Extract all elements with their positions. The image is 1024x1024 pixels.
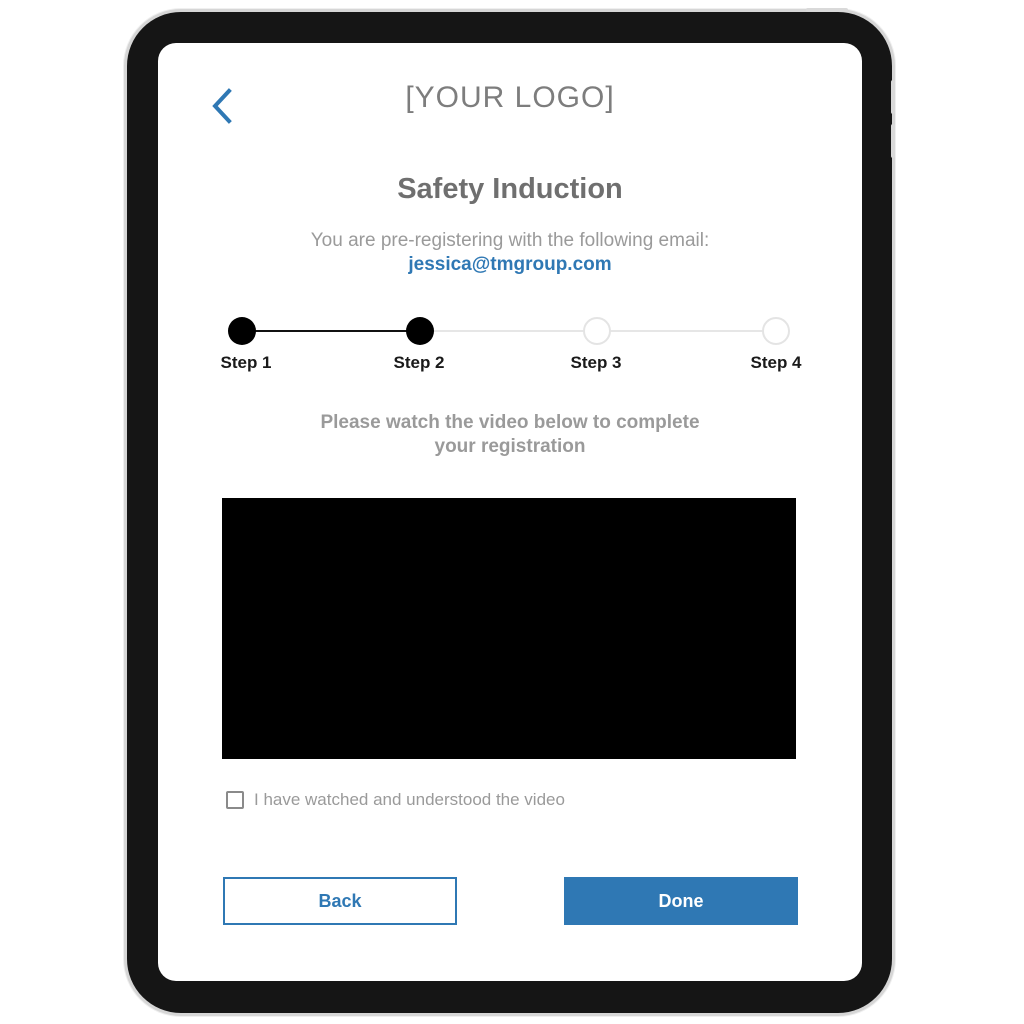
step-2-dot [406, 317, 434, 345]
step-2-label: Step 2 [393, 353, 445, 372]
step-3-dot [583, 317, 611, 345]
instructions-line-1: Please watch the video below to complete [320, 412, 700, 433]
progress-stepper: Step 1 Step 2 Step 3 Step 4 [158, 313, 862, 383]
induction-video-player[interactable] [222, 498, 796, 759]
watched-video-label: I have watched and understood the video [254, 790, 565, 809]
step-1-dot [228, 317, 256, 345]
page-title: Safety Induction [397, 173, 623, 205]
app-screen: [YOUR LOGO] Safety Induction You are pre… [158, 43, 862, 981]
watched-video-checkbox-row[interactable]: I have watched and understood the video [226, 789, 565, 811]
stepper-line-complete [242, 330, 420, 332]
power-button [806, 8, 848, 12]
registration-email: jessica@tmgroup.com [408, 254, 612, 275]
watched-video-checkbox[interactable] [226, 791, 244, 809]
step-3-label: Step 3 [570, 353, 622, 372]
logo: [YOUR LOGO] [405, 81, 615, 114]
step-1-label: Step 1 [220, 353, 272, 372]
step-4-dot [762, 317, 790, 345]
instructions-line-2: your registration [434, 436, 586, 457]
video-instructions: Please watch the video below to complete… [158, 411, 862, 459]
volume-button [891, 80, 895, 114]
back-button[interactable]: Back [223, 877, 457, 925]
done-button[interactable]: Done [564, 877, 798, 925]
volume-button [891, 124, 895, 158]
registration-subtitle: You are pre-registering with the followi… [310, 230, 710, 251]
step-4-label: Step 4 [750, 353, 802, 372]
